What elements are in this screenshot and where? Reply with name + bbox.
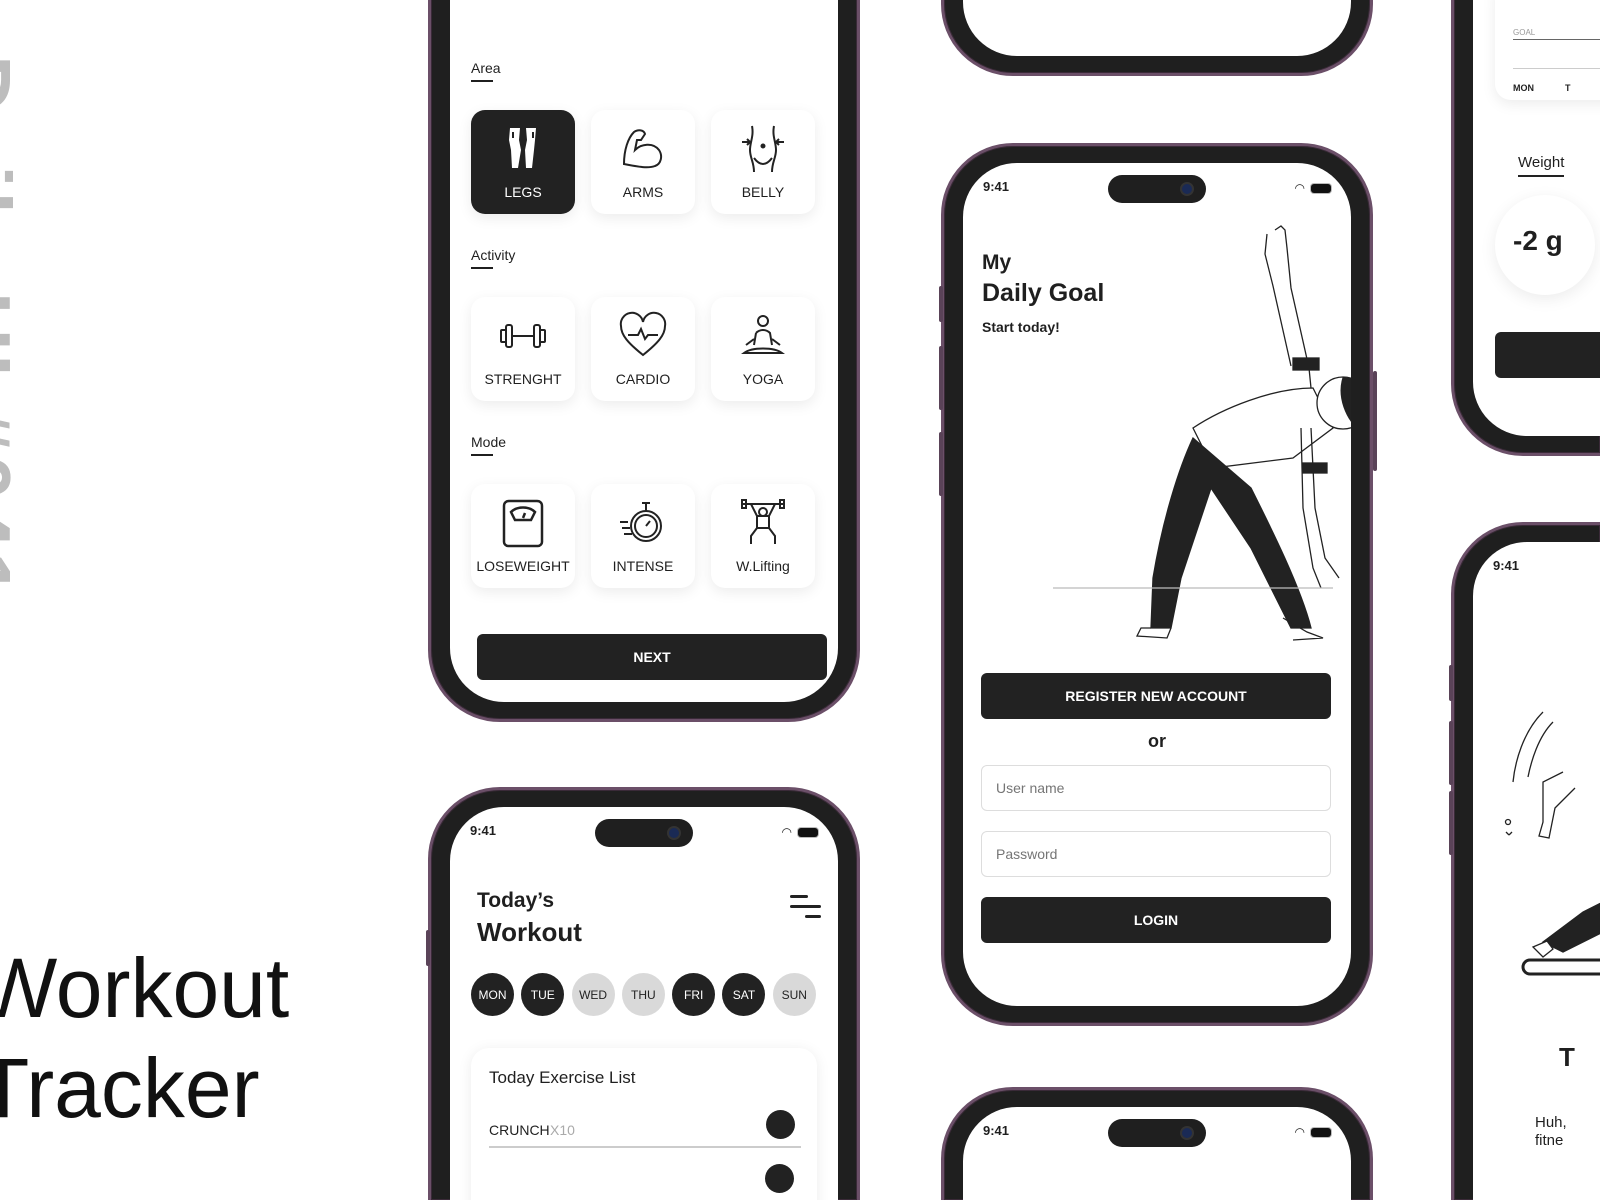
- wifi-icon: ◠: [781, 825, 792, 839]
- exercise-reps: X10: [550, 1122, 575, 1138]
- section-label: Area: [471, 60, 501, 82]
- day-wed[interactable]: WED: [571, 973, 615, 1016]
- tile-strength[interactable]: STRENGHT: [471, 297, 575, 401]
- tile-intense[interactable]: INTENSE: [591, 484, 695, 588]
- exercise-check[interactable]: [766, 1110, 795, 1139]
- section-label: Activity: [471, 247, 516, 269]
- day-fri[interactable]: FRI: [672, 973, 716, 1016]
- login-title-1: My: [982, 251, 1012, 274]
- day-mon[interactable]: MON: [471, 973, 514, 1016]
- onboarding-text-2: fitne: [1535, 1132, 1564, 1149]
- tile-yoga[interactable]: YOGA: [711, 297, 815, 401]
- or-divider-text: or: [1148, 731, 1166, 751]
- tile-label: CARDIO: [615, 371, 671, 387]
- exercise-check[interactable]: [765, 1164, 794, 1193]
- status-time: 9:41: [1493, 558, 1520, 573]
- goal-label: GOAL: [1513, 28, 1600, 40]
- phone-workout: 9:41 ◠ Today’s Workout MON TUE WED THU FRI SA…: [426, 787, 860, 1200]
- goal-card: GOAL MON T: [1495, 0, 1600, 100]
- tile-cardio[interactable]: CARDIO: [591, 297, 695, 401]
- yoga-icon: [740, 315, 786, 354]
- dynamic-island: [1108, 175, 1206, 203]
- tile-label: LOSEWEIGHT: [476, 558, 570, 574]
- login-subtitle: Start today!: [982, 319, 1060, 335]
- status-time: 9:41: [470, 823, 497, 838]
- battery-icon: [798, 827, 818, 837]
- heart-pulse-icon: [619, 311, 667, 357]
- stretching-woman-illustration: [1053, 225, 1351, 641]
- exercise-list-card: Today Exercise List CRUNCH X10: [471, 1048, 817, 1200]
- exercise-list-title: Today Exercise List: [489, 1068, 636, 1087]
- arm-muscle-icon: [622, 129, 663, 169]
- exercise-illustration: [1504, 711, 1600, 976]
- day-label: T: [1565, 83, 1571, 93]
- status-time: 9:41: [983, 1123, 1010, 1138]
- tile-weightlifting[interactable]: W.Lifting: [711, 484, 815, 588]
- password-input[interactable]: [981, 831, 1331, 877]
- tile-arms[interactable]: ARMS: [591, 110, 695, 214]
- exercise-name: CRUNCH: [489, 1122, 550, 1138]
- scale-icon: [502, 499, 544, 548]
- side-title: Daily UI #041: [0, 55, 27, 601]
- tile-label: LEGS: [504, 184, 542, 200]
- tile-label: BELLY: [741, 184, 785, 200]
- weight-circle: -2 g: [1495, 195, 1595, 295]
- day-label: MON: [1513, 83, 1534, 93]
- status-time: 9:41: [983, 179, 1010, 194]
- stopwatch-icon: [620, 502, 662, 542]
- tile-label: ARMS: [622, 184, 664, 200]
- battery-icon: [1311, 1127, 1331, 1137]
- day-thu[interactable]: THU: [621, 973, 665, 1016]
- wifi-icon: ◠: [1294, 1125, 1305, 1139]
- onboarding-title: T: [1559, 1042, 1575, 1072]
- day-selector: MON TUE WED THU FRI SAT SUN: [471, 973, 816, 1016]
- headline-line1: Workout: [0, 941, 290, 1035]
- tile-label: W.Lifting: [736, 558, 790, 574]
- phone-stats-partial: GOAL MON T Weight -2 g: [1451, 0, 1600, 456]
- workout-title-1: Today’s: [477, 889, 555, 912]
- dynamic-island: [595, 819, 693, 847]
- day-sat[interactable]: SAT: [722, 973, 766, 1016]
- tile-label: STRENGHT: [484, 371, 562, 387]
- stats-button[interactable]: [1495, 332, 1600, 378]
- belly-icon: [742, 125, 784, 173]
- next-button[interactable]: NEXT: [477, 634, 827, 680]
- workout-title-2: Workout: [477, 917, 582, 947]
- phone-selection: Area LEGS ARMS BELLY Activity STRENGHT C…: [428, 0, 860, 722]
- phone-top-partial: [941, 0, 1373, 76]
- login-button[interactable]: LOGIN: [981, 897, 1331, 943]
- stage: Daily UI #041 Workout Tracker Area LEGS …: [0, 0, 1600, 1200]
- onboarding-text-1: Huh,: [1535, 1114, 1567, 1131]
- section-label: Mode: [471, 434, 507, 456]
- phone-bottom-partial: 9:41 ◠: [941, 1087, 1373, 1200]
- tile-legs[interactable]: LEGS: [471, 110, 575, 214]
- exercise-row[interactable]: CRUNCH X10: [489, 1110, 801, 1148]
- username-input[interactable]: [981, 765, 1331, 811]
- phone-login: 9:41 ◠ My Daily Goal Start today! REGIST…: [939, 143, 1377, 1026]
- dumbbell-icon: [500, 324, 546, 348]
- battery-icon: [1311, 183, 1331, 193]
- phone-onboarding-partial: 9:41 T Huh, fitne: [1449, 522, 1600, 1200]
- tile-label: YOGA: [742, 371, 784, 387]
- day-tue[interactable]: TUE: [521, 973, 565, 1016]
- tile-belly[interactable]: BELLY: [711, 110, 815, 214]
- weight-value: -2 g: [1513, 225, 1563, 256]
- tile-loseweight[interactable]: LOSEWEIGHT: [471, 484, 575, 588]
- menu-icon[interactable]: [790, 895, 822, 923]
- legs-icon: [509, 128, 536, 168]
- wifi-icon: ◠: [1294, 181, 1305, 195]
- headline-line2: Tracker: [0, 1041, 260, 1135]
- weight-label: Weight: [1518, 154, 1565, 177]
- weightlifting-icon: [741, 499, 785, 544]
- tile-label: INTENSE: [612, 558, 674, 574]
- day-sun[interactable]: SUN: [772, 973, 816, 1016]
- register-button[interactable]: REGISTER NEW ACCOUNT: [981, 673, 1331, 719]
- dynamic-island: [1108, 1119, 1206, 1147]
